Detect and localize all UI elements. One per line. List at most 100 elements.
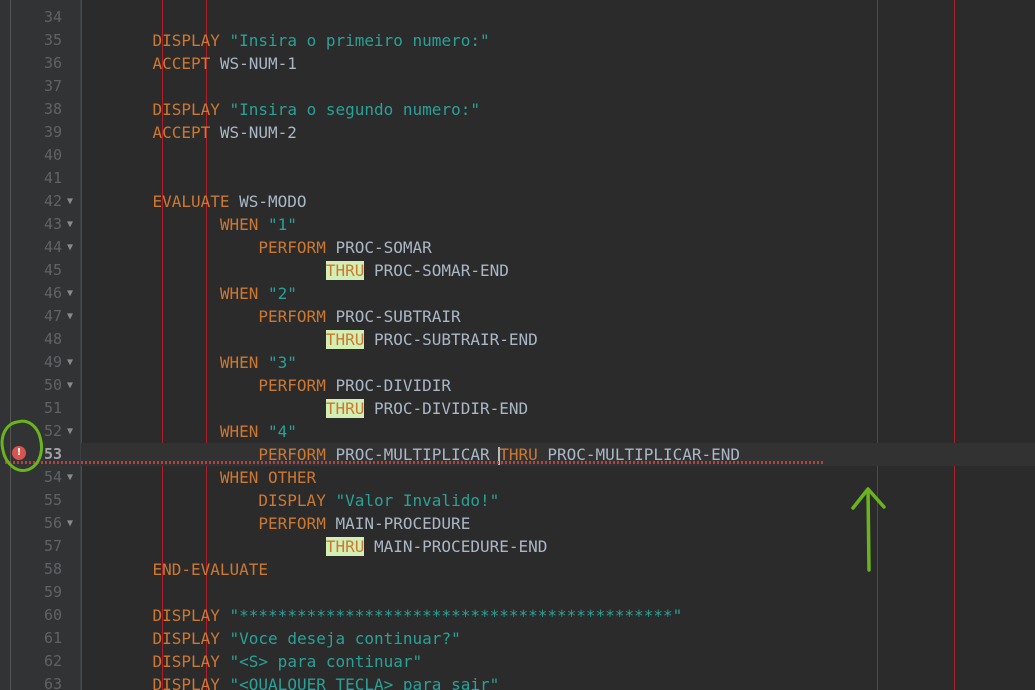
line-number[interactable]: 59 <box>18 581 62 604</box>
code-line[interactable]: WHEN "1" <box>81 213 1035 236</box>
code-line[interactable] <box>81 75 1035 98</box>
string-token: "<S> para continuar" <box>229 652 423 671</box>
string-token: "<QUALQUER TECLA> para sair" <box>229 675 500 690</box>
line-number[interactable]: 35 <box>18 29 62 52</box>
fold-toggle-icon[interactable]: ▼ <box>67 190 77 213</box>
line-number[interactable]: 41 <box>18 167 62 190</box>
line-number[interactable]: 44 <box>18 236 62 259</box>
code-line[interactable]: ACCEPT WS-NUM-1 <box>81 52 1035 75</box>
line-number[interactable]: 45 <box>18 259 62 282</box>
code-line[interactable]: DISPLAY "*******************************… <box>81 604 1035 627</box>
gutter-edge-divider <box>10 0 11 690</box>
code-line[interactable]: WHEN "4" <box>81 420 1035 443</box>
line-number[interactable]: 47 <box>18 305 62 328</box>
code-line[interactable]: THRU PROC-SUBTRAIR-END <box>81 328 1035 351</box>
line-number[interactable]: 57 <box>18 535 62 558</box>
identifier-token <box>220 675 230 690</box>
line-number[interactable]: 60 <box>18 604 62 627</box>
code-line[interactable]: PERFORM PROC-DIVIDIR <box>81 374 1035 397</box>
code-line[interactable]: DISPLAY "Insira o segundo numero:" <box>81 98 1035 121</box>
code-text-area[interactable]: DISPLAY "Insira o primeiro numero:" ACCE… <box>81 0 1035 690</box>
line-number[interactable]: 61 <box>18 627 62 650</box>
line-number[interactable]: 50 <box>18 374 62 397</box>
line-number-gutter[interactable]: 34 35 36 37 38 39 40 41 42 ▼ 43 ▼ 44 ▼ 45 46 ▼ 47 ▼ 48 49 ▼ 50… <box>0 0 81 690</box>
identifier-token <box>258 353 268 372</box>
code-line[interactable]: DISPLAY "Voce deseja continuar?" <box>81 627 1035 650</box>
identifier-token: PROC-DIVIDIR-END <box>364 399 529 418</box>
string-token: "1" <box>268 215 297 234</box>
line-number[interactable]: 51 <box>18 397 62 420</box>
code-line[interactable]: THRU PROC-DIVIDIR-END <box>81 397 1035 420</box>
keyword-token: DISPLAY <box>152 100 220 119</box>
code-line[interactable]: PERFORM PROC-SOMAR <box>81 236 1035 259</box>
fold-toggle-icon[interactable]: ▼ <box>67 213 77 236</box>
code-line[interactable] <box>81 144 1035 167</box>
line-number[interactable]: 48 <box>18 328 62 351</box>
identifier-token: PROC-SUBTRAIR <box>325 307 461 326</box>
fold-toggle-icon[interactable]: ▼ <box>67 420 77 443</box>
highlighted-keyword-token: THRU <box>325 261 365 280</box>
keyword-token: PERFORM <box>258 376 326 395</box>
code-line[interactable]: WHEN "3" <box>81 351 1035 374</box>
keyword-token: DISPLAY <box>152 652 220 671</box>
identifier-token: MAIN-PROCEDURE-END <box>364 537 548 556</box>
fold-toggle-icon[interactable]: ▼ <box>67 305 77 328</box>
line-number[interactable]: 46 <box>18 282 62 305</box>
code-line[interactable]: WHEN "2" <box>81 282 1035 305</box>
line-number[interactable]: 40 <box>18 144 62 167</box>
code-line[interactable]: DISPLAY "<S> para continuar" <box>81 650 1035 673</box>
highlighted-keyword-token: THRU <box>325 330 365 349</box>
fold-toggle-icon[interactable]: ▼ <box>67 466 77 489</box>
line-number[interactable]: 34 <box>18 6 62 29</box>
keyword-token: ACCEPT <box>152 54 211 73</box>
line-number[interactable]: 62 <box>18 650 62 673</box>
fold-toggle-icon[interactable]: ▼ <box>67 374 77 397</box>
identifier-token: PROC-SOMAR-END <box>364 261 509 280</box>
line-number[interactable]: 49 <box>18 351 62 374</box>
code-line[interactable]: DISPLAY "Insira o primeiro numero:" <box>81 29 1035 52</box>
fold-toggle-icon[interactable]: ▼ <box>67 351 77 374</box>
fold-toggle-icon[interactable]: ▼ <box>67 512 77 535</box>
identifier-token <box>220 606 230 625</box>
line-number[interactable]: 55 <box>18 489 62 512</box>
code-line[interactable]: PERFORM PROC-SUBTRAIR <box>81 305 1035 328</box>
line-number[interactable]: 42 <box>18 190 62 213</box>
code-editor[interactable]: 34 35 36 37 38 39 40 41 42 ▼ 43 ▼ 44 ▼ 45 46 ▼ 47 ▼ 48 49 ▼ 50… <box>0 0 1035 690</box>
code-line[interactable]: EVALUATE WS-MODO <box>81 190 1035 213</box>
keyword-token: WHEN OTHER <box>219 468 317 487</box>
line-number[interactable]: 56 <box>18 512 62 535</box>
highlighted-keyword-token: THRU <box>325 537 365 556</box>
line-number[interactable]: 39 <box>18 121 62 144</box>
fold-toggle-icon[interactable]: ▼ <box>67 282 77 305</box>
identifier-token <box>258 284 268 303</box>
string-token: "2" <box>268 284 297 303</box>
code-line[interactable]: DISPLAY "<QUALQUER TECLA> para sair" <box>81 673 1035 690</box>
line-number[interactable]: 43 <box>18 213 62 236</box>
code-line[interactable]: THRU PROC-SOMAR-END <box>81 259 1035 282</box>
code-line[interactable]: ACCEPT WS-NUM-2 <box>81 121 1035 144</box>
line-number[interactable]: 58 <box>18 558 62 581</box>
line-number[interactable]: 63 <box>18 673 62 690</box>
line-number[interactable]: 36 <box>18 52 62 75</box>
code-line[interactable] <box>81 581 1035 604</box>
line-number[interactable]: 37 <box>18 75 62 98</box>
line-number[interactable]: 38 <box>18 98 62 121</box>
fold-toggle-icon[interactable]: ▼ <box>67 236 77 259</box>
code-line[interactable] <box>81 6 1035 29</box>
code-line[interactable] <box>81 167 1035 190</box>
keyword-token: PERFORM <box>258 514 326 533</box>
string-token: "***************************************… <box>229 606 683 625</box>
